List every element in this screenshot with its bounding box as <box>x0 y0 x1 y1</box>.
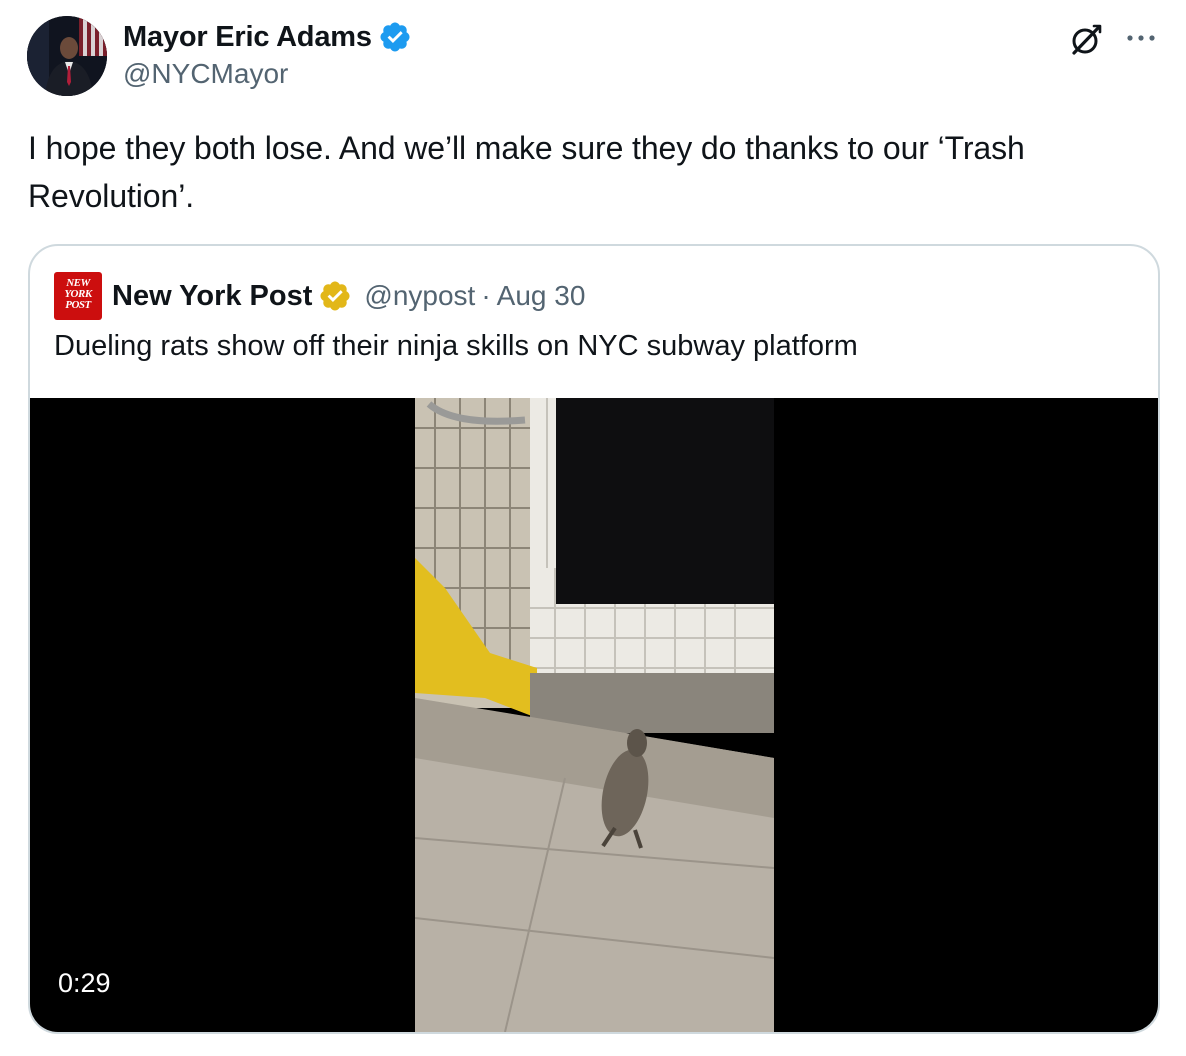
separator-dot: · <box>481 280 491 311</box>
quoted-tweet-card[interactable]: NEW YORK POST New York Post @nypost · Au… <box>28 244 1160 1034</box>
avatar-image <box>27 16 107 96</box>
author-handle[interactable]: @NYCMayor <box>123 58 288 90</box>
video-thumbnail <box>415 398 774 1032</box>
author-avatar[interactable] <box>27 16 107 96</box>
quoted-author-handle[interactable]: @nypost <box>364 280 475 312</box>
grok-icon[interactable] <box>1068 22 1104 58</box>
quoted-author-name[interactable]: New York Post <box>112 280 312 313</box>
quoted-tweet-text: Dueling rats show off their ninja skills… <box>54 330 858 362</box>
author-name[interactable]: Mayor Eric Adams <box>123 21 372 54</box>
more-icon[interactable] <box>1125 26 1157 50</box>
quoted-tweet-date[interactable]: Aug 30 <box>497 280 586 312</box>
tweet: Mayor Eric Adams @NYCMayor I hope they b… <box>0 0 1186 1056</box>
nypost-avatar[interactable]: NEW YORK POST <box>54 272 102 320</box>
tweet-text: I hope they both lose. And we’ll make su… <box>28 130 1025 214</box>
author-name-row: Mayor Eric Adams <box>123 18 412 56</box>
video-player[interactable]: 0:29 <box>30 398 1158 1032</box>
video-duration: 0:29 <box>58 968 111 998</box>
verified-badge-icon[interactable] <box>378 20 412 54</box>
quoted-tweet-header: NEW YORK POST New York Post @nypost · Au… <box>54 272 585 320</box>
verified-org-badge-icon[interactable] <box>318 279 352 313</box>
logo-line-3: POST <box>65 299 91 311</box>
